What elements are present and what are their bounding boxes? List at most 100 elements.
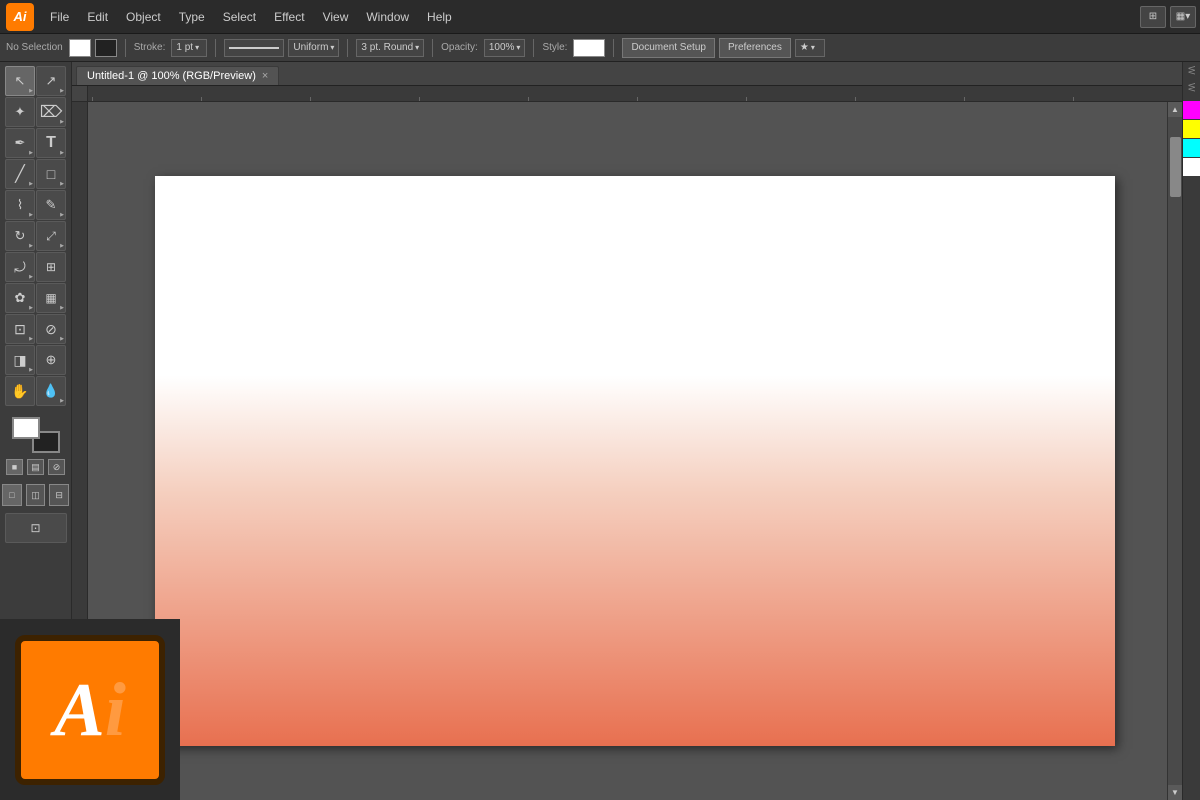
- zoom-tool[interactable]: ⊕: [36, 345, 66, 375]
- style-label: Style:: [542, 42, 567, 53]
- menu-file[interactable]: File: [42, 7, 77, 27]
- round-dropdown[interactable]: 3 pt. Round ▾: [356, 39, 424, 57]
- doc-setup-btn[interactable]: Document Setup: [622, 38, 715, 58]
- menu-view[interactable]: View: [315, 7, 357, 27]
- slice-tool[interactable]: ⊘ ▶: [36, 314, 66, 344]
- bridge-btn[interactable]: ★ ▾: [795, 39, 825, 57]
- menu-effect[interactable]: Effect: [266, 7, 312, 27]
- cyan-strip[interactable]: [1183, 139, 1200, 157]
- uniform-dropdown[interactable]: Uniform ▾: [288, 39, 339, 57]
- line-inner: [229, 47, 279, 49]
- selection-tool[interactable]: ↖ ▶: [5, 66, 35, 96]
- stroke-swatch[interactable]: [95, 39, 117, 57]
- fill-swatch[interactable]: [69, 39, 91, 57]
- rotate-tool[interactable]: ↻ ▶: [5, 221, 35, 251]
- line-preview: [224, 39, 284, 57]
- tool-tri: ▶: [29, 212, 33, 218]
- symbol-sprayer-tool[interactable]: ✿ ▶: [5, 283, 35, 313]
- pen-icon: ✒: [15, 135, 26, 151]
- magenta-strip[interactable]: [1183, 101, 1200, 119]
- opacity-dropdown[interactable]: 100% ▾: [484, 39, 526, 57]
- tool-tri: ▶: [60, 150, 64, 156]
- canvas-scroll[interactable]: ▲ ▼: [88, 102, 1182, 800]
- none-mode-btn[interactable]: ⊘: [48, 459, 65, 475]
- arrange-windows[interactable]: ▦▾: [1170, 6, 1196, 28]
- stroke-weight-dropdown[interactable]: 1 pt ▾: [171, 39, 207, 57]
- gradient-mode-btn[interactable]: ▤: [27, 459, 44, 475]
- eraser-tool[interactable]: ◨ ▶: [5, 345, 35, 375]
- tool-tri: ▶: [60, 336, 64, 342]
- pencil-tool[interactable]: ✎ ▶: [36, 190, 66, 220]
- eyedropper-tool[interactable]: 💧 ▶: [36, 376, 66, 406]
- graph-icon: ▦: [45, 291, 56, 305]
- hand-icon: ✋: [11, 383, 28, 400]
- hand-tool[interactable]: ✋: [5, 376, 35, 406]
- workspace-switcher[interactable]: ⊞: [1140, 6, 1166, 28]
- fill-mode-btn[interactable]: ■: [6, 459, 23, 475]
- white-strip[interactable]: [1183, 158, 1200, 176]
- vertical-scrollbar[interactable]: ▲ ▼: [1167, 102, 1182, 800]
- tick: [528, 97, 637, 101]
- behind-mode-btn[interactable]: ◫: [26, 484, 46, 506]
- pencil-icon: ✎: [46, 197, 57, 213]
- control-bar: No Selection Stroke: 1 pt ▾ Uniform ▾ 3 …: [0, 34, 1200, 62]
- tool-row-9: ⊡ ▶ ⊘ ▶: [2, 314, 69, 344]
- direct-selection-tool[interactable]: ↗ ▶: [36, 66, 66, 96]
- color-boxes: [12, 417, 60, 453]
- normal-mode-btn[interactable]: □: [2, 484, 22, 506]
- menu-type[interactable]: Type: [171, 7, 213, 27]
- ruler-corner: [72, 86, 88, 102]
- rect-tool[interactable]: □ ▶: [36, 159, 66, 189]
- menu-object[interactable]: Object: [118, 7, 169, 27]
- app-logo: Ai: [4, 1, 36, 33]
- tool-tri: ▶: [60, 398, 64, 404]
- screen-mode-btn[interactable]: ⊡: [5, 513, 67, 543]
- eraser-icon: ◨: [13, 352, 26, 369]
- color-section: ■ ▤ ⊘: [2, 413, 69, 479]
- preferences-btn[interactable]: Preferences: [719, 38, 791, 58]
- paintbrush-tool[interactable]: ⌇ ▶: [5, 190, 35, 220]
- tool-tri: ▶: [29, 274, 33, 280]
- warp-icon: ⤾: [14, 259, 26, 276]
- artboard-tool[interactable]: ⊡ ▶: [5, 314, 35, 344]
- tab-title: Untitled-1 @ 100% (RGB/Preview): [87, 70, 256, 82]
- type-tool[interactable]: T ▶: [36, 128, 66, 158]
- menu-edit[interactable]: Edit: [79, 7, 116, 27]
- tick: [92, 97, 201, 101]
- inside-mode-btn[interactable]: ⊟: [49, 484, 69, 506]
- tab-close-btn[interactable]: ×: [262, 70, 268, 82]
- artboard: [155, 176, 1115, 746]
- canvas-background: [88, 102, 1182, 800]
- scroll-down-arrow[interactable]: ▼: [1168, 785, 1183, 800]
- free-transform-tool[interactable]: ⊞: [36, 252, 66, 282]
- tool-row-3: ✒ ▶ T ▶: [2, 128, 69, 158]
- lasso-tool[interactable]: ⌦ ▶: [36, 97, 66, 127]
- yellow-strip[interactable]: [1183, 120, 1200, 138]
- ai-letter-i: i: [105, 668, 126, 752]
- style-swatch[interactable]: [573, 39, 605, 57]
- tool-row-4: ╱ ▶ □ ▶: [2, 159, 69, 189]
- pen-tool[interactable]: ✒ ▶: [5, 128, 35, 158]
- graph-tool[interactable]: ▦ ▶: [36, 283, 66, 313]
- magic-wand-tool[interactable]: ✦: [5, 97, 35, 127]
- scroll-track[interactable]: [1168, 117, 1182, 785]
- tool-tri: ▶: [29, 243, 33, 249]
- line-tool[interactable]: ╱ ▶: [5, 159, 35, 189]
- tick: [637, 97, 746, 101]
- canvas-tab-active[interactable]: Untitled-1 @ 100% (RGB/Preview) ×: [76, 66, 279, 85]
- foreground-color-box[interactable]: [12, 417, 40, 439]
- slice-icon: ⊘: [45, 321, 57, 338]
- tick: [746, 97, 855, 101]
- menu-window[interactable]: Window: [358, 7, 417, 27]
- scroll-up-arrow[interactable]: ▲: [1168, 102, 1183, 117]
- magic-wand-icon: ✦: [15, 104, 26, 120]
- menu-select[interactable]: Select: [215, 7, 264, 27]
- scroll-thumb[interactable]: [1170, 137, 1181, 197]
- tool-tri: ▶: [29, 367, 33, 373]
- ruler-top: [72, 86, 1182, 102]
- warp-tool[interactable]: ⤾ ▶: [5, 252, 35, 282]
- selection-label: No Selection: [6, 42, 63, 53]
- menu-help[interactable]: Help: [419, 7, 460, 27]
- tool-tri: ▶: [60, 212, 64, 218]
- scale-tool[interactable]: ⤢ ▶: [36, 221, 66, 251]
